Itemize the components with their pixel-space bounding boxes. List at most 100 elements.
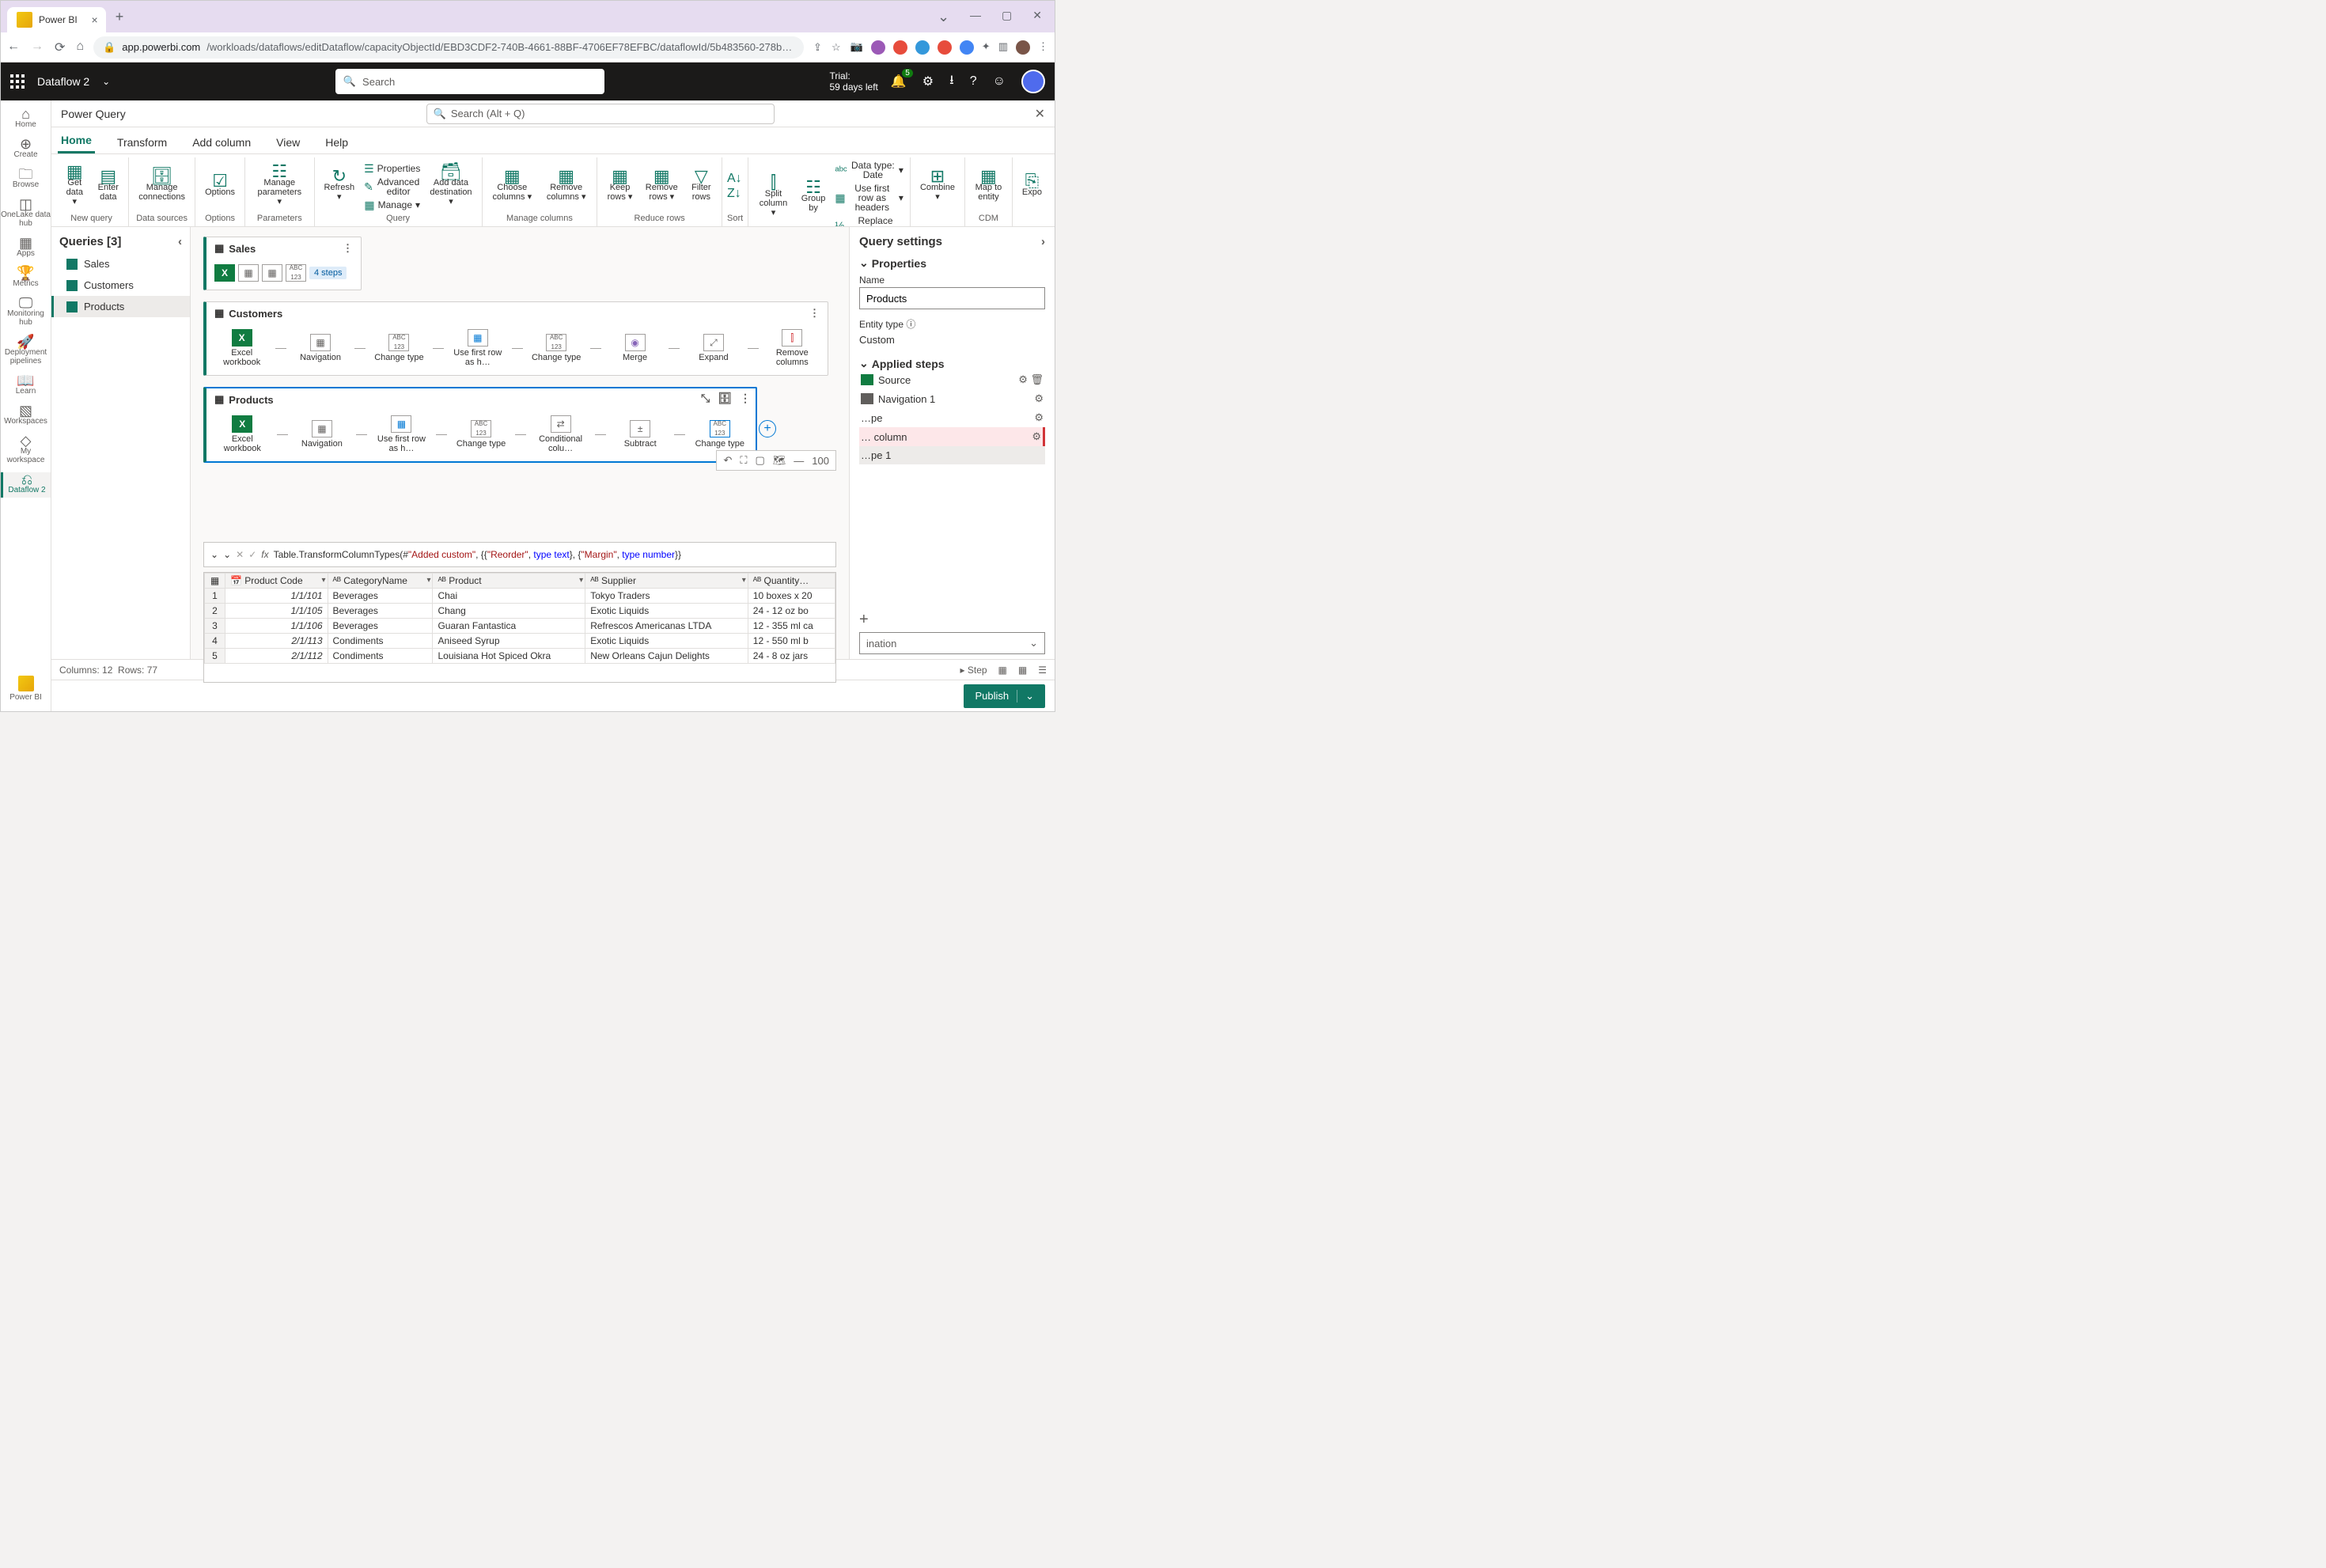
manage-button[interactable]: ▦Manage ▾: [362, 199, 422, 211]
table-row[interactable]: 31/1/106BeveragesGuaran FantasticaRefres…: [205, 619, 835, 634]
nav-create[interactable]: ⊕Create: [1, 137, 51, 162]
remove-rows-button[interactable]: ▦Remove rows ▾: [641, 170, 683, 203]
collapse-icon[interactable]: ⤡: [701, 392, 710, 405]
chevron-down-icon[interactable]: ⌄: [102, 76, 110, 87]
applied-step[interactable]: … column⚙: [859, 427, 1045, 446]
step[interactable]: ◉Merge: [608, 334, 662, 362]
collapse-pane-icon[interactable]: ‹: [178, 235, 182, 248]
feedback-icon[interactable]: ☺: [993, 74, 1006, 89]
manage-connections-button[interactable]: 🗄Manage connections: [134, 170, 190, 203]
query-item-sales[interactable]: Sales: [51, 253, 190, 275]
refresh-button[interactable]: ↻Refresh ▾: [320, 170, 360, 203]
applied-step[interactable]: …pe 1: [859, 446, 1045, 464]
tab-add-column[interactable]: Add column: [189, 131, 254, 153]
table-row[interactable]: 11/1/101BeveragesChaiTokyo Traders10 box…: [205, 589, 835, 604]
notifications-icon[interactable]: 🔔5: [891, 74, 907, 89]
column-header[interactable]: ᴬᴮ Quantity…: [748, 574, 835, 589]
step[interactable]: ⫿Remove columns: [765, 329, 820, 367]
step[interactable]: ▦Use first row as h…: [450, 329, 505, 367]
tab-help[interactable]: Help: [322, 131, 351, 153]
user-avatar[interactable]: [1021, 70, 1045, 93]
step[interactable]: XExcel workbook: [214, 415, 271, 453]
applied-step[interactable]: Navigation 1⚙: [859, 389, 1045, 408]
close-tab-icon[interactable]: ×: [92, 13, 98, 26]
advanced-editor-button[interactable]: ✎Advanced editor: [362, 176, 422, 198]
select-all[interactable]: ▦: [205, 574, 225, 589]
profile-avatar[interactable]: [1016, 40, 1030, 55]
reload-icon[interactable]: ⟳: [55, 40, 65, 55]
nav-powerbi[interactable]: Power BI: [1, 672, 51, 705]
gear-icon[interactable]: ⚙ 🗑: [1018, 373, 1044, 386]
map-icon[interactable]: 🗺: [773, 454, 786, 467]
column-header[interactable]: ᴬᴮ CategoryName▾: [328, 574, 433, 589]
publish-dropdown-icon[interactable]: ⌄: [1017, 690, 1034, 703]
tab-home[interactable]: Home: [58, 129, 95, 153]
nav-browse[interactable]: 🗀Browse: [1, 167, 51, 192]
tab-transform[interactable]: Transform: [114, 131, 170, 153]
choose-columns-button[interactable]: ▦Choose columns ▾: [487, 170, 538, 203]
nav-onelake[interactable]: ◫OneLake data hub: [1, 197, 51, 231]
cancel-icon[interactable]: ✕: [236, 549, 244, 560]
nav-dataflow[interactable]: ⎌Dataflow 2: [1, 472, 51, 498]
browser-tab[interactable]: Power BI ×: [7, 7, 106, 32]
first-row-headers-button[interactable]: ▦Use first row as headers ▾: [833, 182, 905, 214]
share-icon[interactable]: ⇪: [813, 41, 822, 54]
app-launcher-icon[interactable]: [10, 74, 25, 89]
enter-data-button[interactable]: ▤Enter data: [93, 170, 124, 203]
steps-count-pill[interactable]: 4 steps: [309, 267, 347, 279]
get-data-button[interactable]: ▦Get data ▾: [59, 165, 90, 208]
gear-icon[interactable]: ⚙: [1032, 430, 1041, 443]
grid-view-icon[interactable]: ▦: [1018, 665, 1027, 676]
remove-columns-button[interactable]: ▦Remove columns ▾: [540, 170, 592, 203]
undo-icon[interactable]: ↶: [723, 454, 732, 467]
fullscreen-icon[interactable]: ▢: [755, 454, 764, 467]
more-icon[interactable]: ⋮: [740, 392, 751, 405]
forward-icon[interactable]: →: [31, 40, 44, 55]
settings-gear-icon[interactable]: ⚙: [922, 74, 934, 89]
query-item-products[interactable]: Products: [51, 296, 190, 317]
query-item-customers[interactable]: Customers: [51, 275, 190, 296]
nav-metrics[interactable]: 🏆Metrics: [1, 266, 51, 291]
step[interactable]: ▦Use first row as h…: [373, 415, 430, 453]
column-header[interactable]: ᴬᴮ Supplier▾: [585, 574, 748, 589]
split-column-button[interactable]: ⫿Split column ▾: [753, 176, 794, 219]
gear-icon[interactable]: ⚙: [1034, 411, 1044, 424]
export-button[interactable]: ⎘Expo: [1017, 175, 1047, 199]
info-icon[interactable]: ⓘ: [906, 319, 915, 330]
keep-rows-button[interactable]: ▦Keep rows ▾: [602, 170, 637, 203]
chevron-down-icon[interactable]: ⌄: [938, 9, 949, 25]
nav-apps[interactable]: ▦Apps: [1, 236, 51, 261]
back-icon[interactable]: ←: [7, 40, 20, 55]
diagram-view-icon[interactable]: ▦: [998, 665, 1007, 676]
data-destination-dropdown[interactable]: ination⌄: [859, 632, 1045, 654]
download-icon[interactable]: ⭳: [949, 71, 954, 93]
table-row[interactable]: 52/1/112CondimentsLouisiana Hot Spiced O…: [205, 649, 835, 664]
ext-icon[interactable]: [871, 40, 885, 55]
add-step-icon[interactable]: +: [859, 611, 869, 629]
nav-deployment[interactable]: 🚀Deployment pipelines: [1, 335, 51, 369]
column-header[interactable]: 📅 Product Code▾: [225, 574, 328, 589]
ext-icon[interactable]: [915, 40, 930, 55]
applied-steps-header[interactable]: ⌄Applied steps: [859, 357, 1045, 370]
step[interactable]: ABC123Change type: [453, 420, 510, 449]
step[interactable]: ▦Navigation: [294, 420, 350, 449]
nav-workspaces[interactable]: ▧Workspaces: [1, 403, 51, 429]
options-button[interactable]: ☑Options: [200, 175, 240, 199]
side-panel-icon[interactable]: ▥: [998, 40, 1008, 55]
step[interactable]: ABC123Change type: [691, 420, 748, 449]
expand-pane-icon[interactable]: ›: [1041, 235, 1045, 248]
close-window-icon[interactable]: ✕: [1032, 9, 1042, 25]
tab-view[interactable]: View: [273, 131, 303, 153]
chevron-down-icon[interactable]: ⌄: [210, 549, 218, 560]
combine-button[interactable]: ⊞Combine ▾: [915, 170, 960, 203]
diagram-query-products[interactable]: ▦Products ⤡ 🗄 ⋮ XExcel workbook ▦Navigat…: [203, 387, 757, 463]
filter-rows-button[interactable]: ▽Filter rows: [686, 170, 717, 203]
home-icon[interactable]: ⌂: [76, 40, 84, 55]
nav-monitoring[interactable]: 🖵Monitoring hub: [1, 296, 51, 330]
trial-status[interactable]: Trial: 59 days left: [830, 70, 878, 93]
step[interactable]: ⤢Expand: [686, 334, 741, 362]
diagram-query-sales[interactable]: ▦Sales⋮ X ▦ ▦ ABC123 4 steps: [203, 237, 362, 290]
datastore-icon[interactable]: 🗄: [718, 392, 732, 405]
step[interactable]: ±Subtract: [612, 420, 669, 449]
data-grid[interactable]: ▦ 📅 Product Code▾ ᴬᴮ CategoryName▾ ᴬᴮ Pr…: [203, 572, 836, 683]
